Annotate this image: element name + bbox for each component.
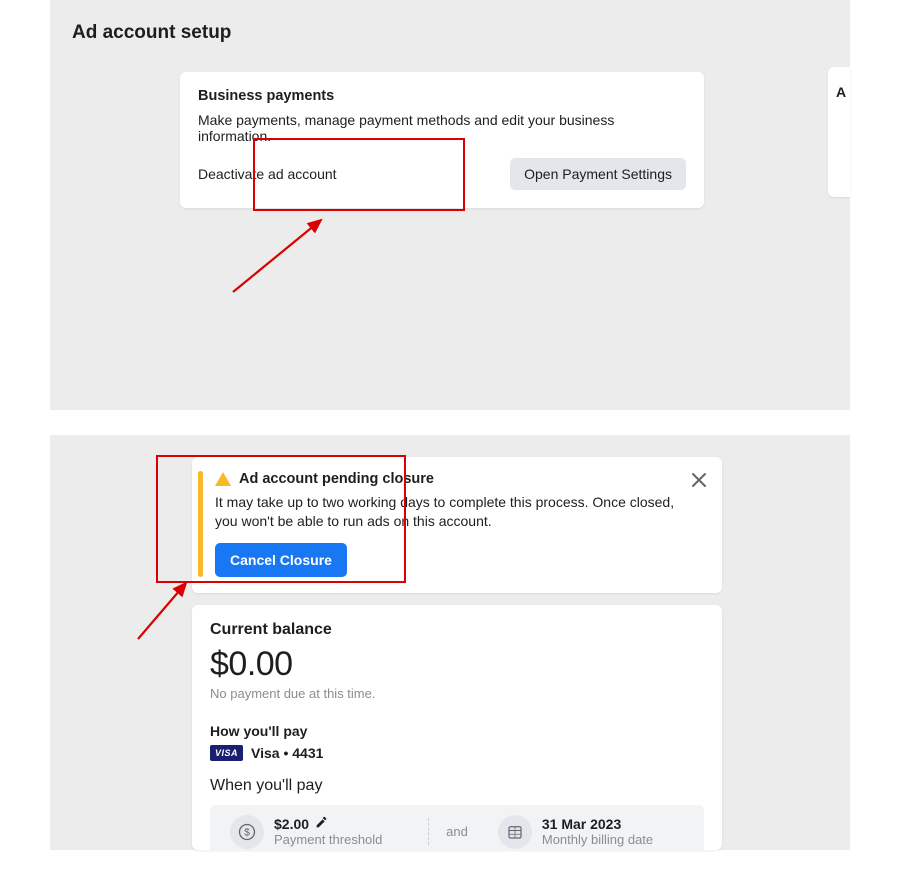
adjacent-card-stub: A [828,67,850,197]
annotation-arrow-bottom-icon [134,575,194,645]
close-alert-button[interactable] [690,471,708,489]
payment-method-text: Visa • 4431 [251,745,323,761]
threshold-label: Payment threshold [274,832,382,847]
top-panel: Ad account setup Business payments Make … [50,0,850,410]
billing-date-item: 31 Mar 2023 Monthly billing date [498,815,684,849]
when-you-pay-section: When you'll pay $ $2.00 [210,777,704,850]
billing-date-value: 31 Mar 2023 [542,816,621,832]
stub-letter: A [836,84,846,100]
card-heading: Business payments [198,88,686,104]
alert-message: It may take up to two working days to co… [215,493,682,531]
warning-icon [215,472,231,486]
pencil-icon [315,816,328,829]
close-icon [690,471,708,489]
pending-closure-alert: Ad account pending closure It may take u… [192,457,722,593]
edit-threshold-button[interactable] [315,816,328,832]
balance-note: No payment due at this time. [210,686,704,701]
payment-threshold-item: $ $2.00 Payment threshold [230,815,416,849]
cancel-closure-button[interactable]: Cancel Closure [215,543,347,577]
billing-summary: $ $2.00 Payment threshold a [210,805,704,850]
separator-and: and [428,824,486,839]
business-payments-card: Business payments Make payments, manage … [180,72,704,208]
payment-method: VISA Visa • 4431 [210,745,704,761]
billing-date-label: Monthly billing date [542,832,653,847]
card-description: Make payments, manage payment methods an… [198,112,686,144]
alert-accent-bar [198,471,203,577]
alert-title: Ad account pending closure [239,471,434,487]
page-title: Ad account setup [72,22,850,44]
current-balance-card: Current balance $0.00 No payment due at … [192,605,722,850]
when-you-pay-label: When you'll pay [210,777,704,795]
calendar-icon [498,815,532,849]
visa-badge-icon: VISA [210,745,243,761]
annotation-arrow-top-icon [225,210,335,300]
bottom-panel: Ad account pending closure It may take u… [50,435,850,850]
threshold-value: $2.00 [274,816,309,832]
deactivate-account-link[interactable]: Deactivate ad account [198,166,337,182]
open-payment-settings-button[interactable]: Open Payment Settings [510,158,686,190]
dollar-icon: $ [230,815,264,849]
svg-text:$: $ [244,827,250,838]
how-you-pay-section: How you'll pay VISA Visa • 4431 [210,723,704,761]
balance-amount: $0.00 [210,645,704,684]
balance-heading: Current balance [210,621,704,639]
how-you-pay-label: How you'll pay [210,723,704,739]
